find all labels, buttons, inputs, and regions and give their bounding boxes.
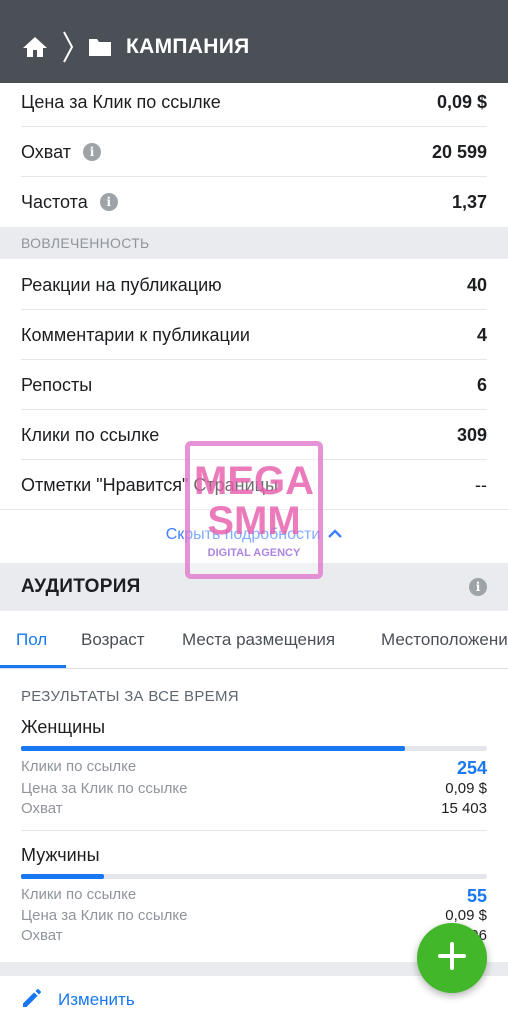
section-label: ВОВЛЕЧЕННОСТЬ — [21, 235, 150, 251]
metric-value: 4 — [476, 324, 487, 345]
metric-label: Цена за Клик по ссылке — [21, 91, 221, 112]
metric-label: Охват — [21, 141, 72, 162]
metric-label: Цена за Клик по ссылке — [21, 907, 188, 924]
watermark-text: SMM — [207, 499, 301, 543]
metric-value: 309 — [456, 424, 487, 445]
plus-icon — [437, 941, 467, 976]
metric-value: 40 — [466, 274, 487, 295]
metric-label: Цена за Клик по ссылке — [21, 780, 188, 797]
engagement-row: Реакции на публикацию 40 — [0, 260, 508, 310]
share-bar-fill — [21, 746, 405, 751]
engagement-section-header: ВОВЛЕЧЕННОСТЬ — [0, 227, 508, 259]
breadcrumb: КАМПАНИЯ — [22, 28, 250, 66]
watermark-logo: MEGA SMM DIGITAL AGENCY — [185, 441, 323, 579]
info-icon[interactable]: i — [469, 578, 487, 596]
watermark-subtext: DIGITAL AGENCY — [207, 547, 301, 559]
metric-line: Клики по ссылке 254 — [21, 758, 487, 779]
cpc-value: 0,09 $ — [445, 907, 487, 924]
audience-tabs: Пол Возраст Места размещения Местоположе… — [0, 611, 508, 669]
audience-title: АУДИТОРИЯ — [21, 576, 141, 597]
active-tab-indicator — [0, 665, 66, 668]
metric-label: Комментарии к публикации — [21, 324, 250, 345]
gender-name: Женщины — [21, 717, 106, 737]
metric-value: 20 599 — [431, 141, 487, 162]
page-title: КАМПАНИЯ — [126, 35, 250, 58]
watermark-text: MEGA — [194, 459, 314, 503]
metric-label: Репосты — [21, 374, 93, 395]
metric-label: Охват — [21, 800, 63, 817]
engagement-row: Комментарии к публикации 4 — [0, 310, 508, 360]
metric-line: Охват 5 196 — [21, 927, 487, 944]
metric-label: Клики по ссылке — [21, 424, 160, 445]
cpc-value: 0,09 $ — [445, 780, 487, 797]
share-bar — [21, 746, 487, 751]
metric-value: 0,09 $ — [436, 91, 487, 112]
reach-value: 15 403 — [441, 800, 487, 817]
chevron-up-icon — [328, 526, 343, 544]
tab-location[interactable]: Местоположение — [381, 611, 508, 668]
metric-value: 1,37 — [451, 191, 487, 212]
metric-label: Частота — [21, 191, 88, 212]
edit-label: Изменить — [58, 990, 135, 1009]
info-icon[interactable]: i — [99, 193, 118, 211]
pencil-icon — [20, 986, 44, 1015]
tab-placements[interactable]: Места размещения — [182, 611, 335, 668]
folder-icon — [88, 37, 112, 57]
clicks-value[interactable]: 55 — [467, 886, 487, 907]
metric-value: 6 — [476, 374, 487, 395]
share-bar-fill — [21, 874, 104, 879]
metric-line: Цена за Клик по ссылке 0,09 $ — [21, 780, 487, 797]
info-icon[interactable]: i — [83, 143, 102, 161]
chevron-right-icon — [62, 30, 74, 64]
metric-line: Цена за Клик по ссылке 0,09 $ — [21, 907, 487, 924]
metric-label: Реакции на публикацию — [21, 274, 222, 295]
add-fab-button[interactable] — [417, 923, 487, 993]
metric-line: Охват 15 403 — [21, 800, 487, 817]
metric-row-cpc: Цена за Клик по ссылке 0,09 $ — [0, 77, 508, 127]
metric-label: Клики по ссылке — [21, 758, 137, 775]
metric-value: -- — [475, 474, 487, 495]
divider — [21, 830, 487, 831]
metric-label: Клики по ссылке — [21, 886, 137, 903]
metric-label: Охват — [21, 927, 63, 944]
tab-gender[interactable]: Пол — [16, 611, 47, 668]
tab-age[interactable]: Возраст — [81, 611, 145, 668]
metric-line: Клики по ссылке 55 — [21, 886, 487, 907]
share-bar — [21, 874, 487, 879]
home-icon[interactable] — [22, 35, 48, 59]
results-label: РЕЗУЛЬТАТЫ ЗА ВСЕ ВРЕМЯ — [21, 688, 239, 705]
metric-row-reach: Охват i 20 599 — [0, 127, 508, 177]
metric-row-frequency: Частота i 1,37 — [0, 177, 508, 227]
clicks-value[interactable]: 254 — [457, 758, 487, 779]
engagement-row: Репосты 6 — [0, 360, 508, 410]
gender-name: Мужчины — [21, 845, 100, 865]
